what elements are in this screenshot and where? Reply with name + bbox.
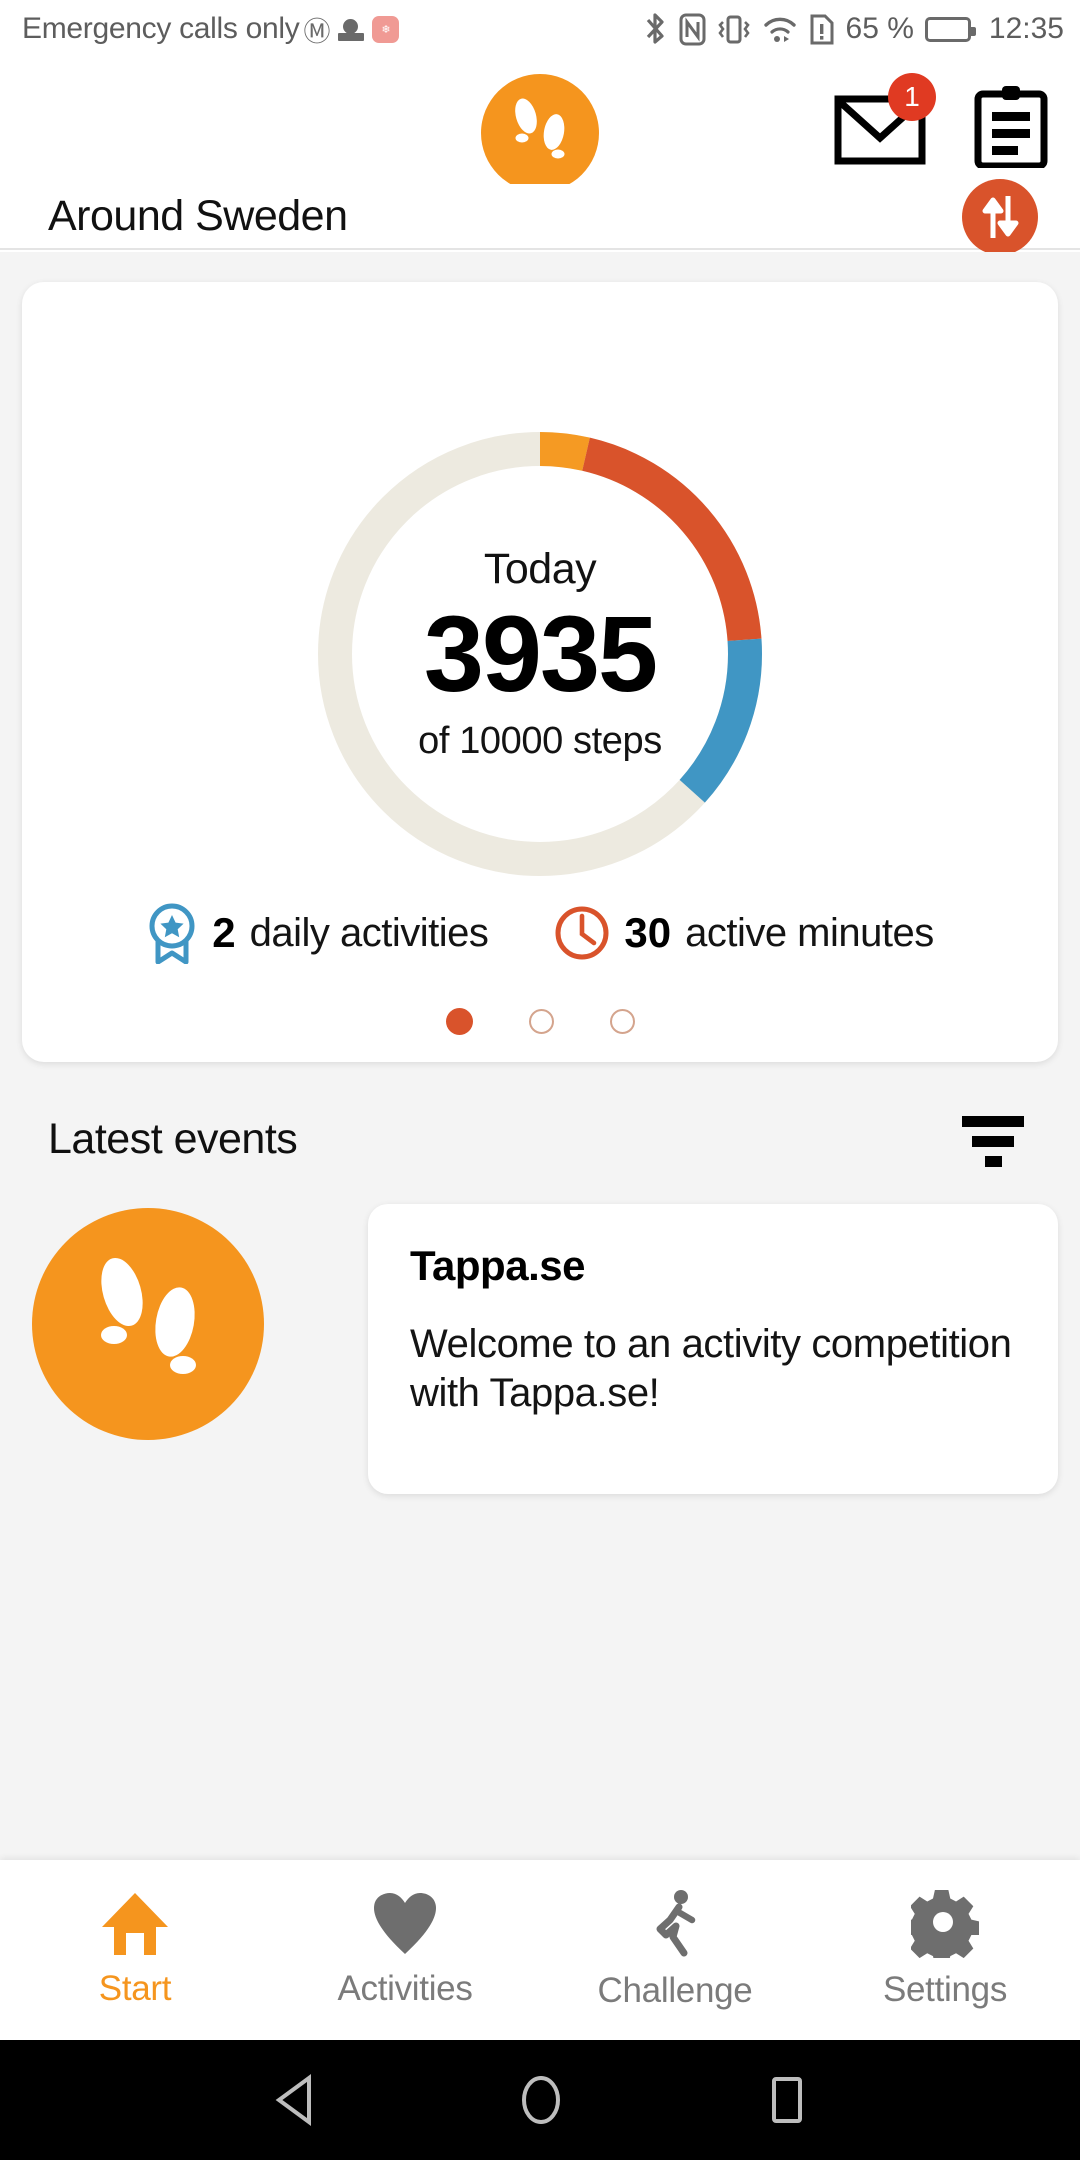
gmail-icon: Ⓜ [303,16,331,48]
battery-percent-label: 65 % [845,12,914,45]
cast-icon [338,17,365,41]
bluetooth-icon [646,13,664,44]
daily-stats-row: 2 daily activities 30 active minutes [22,902,1058,964]
donut-goal-label: of 10000 steps [418,720,662,763]
event-bubble[interactable]: Tappa.se Welcome to an activity competit… [368,1204,1058,1494]
status-bar: Emergency calls only Ⓜ ❄ 65 % 12:35 [0,0,1080,58]
stat-active-minutes[interactable]: 30 active minutes [554,905,934,961]
nav-item-activities[interactable]: Activities [270,1891,540,2009]
stat-active-minutes-label: active minutes [685,910,934,955]
heart-icon [374,1893,436,1954]
latest-events-title: Latest events [48,1114,298,1163]
app-header: 1 [0,58,1080,192]
runner-icon [656,1890,696,1957]
stat-daily-activities-label: daily activities [249,910,489,955]
nav-label-challenge: Challenge [597,1971,753,2010]
nav-item-start[interactable]: Start [0,1891,270,2009]
recents-square-icon[interactable] [765,2074,809,2126]
wifi-icon [763,17,796,42]
badge-star-icon [149,903,195,964]
messages-button[interactable]: 1 [834,72,936,165]
clock-icon [555,906,609,960]
page-title: Around Sweden [48,191,348,240]
avatar [32,1208,264,1440]
page-title-bar: Around Sweden [0,179,1080,255]
home-icon [102,1893,168,1955]
filter-icon[interactable] [962,1116,1024,1176]
home-circle-icon[interactable] [517,2074,565,2126]
clipboard-icon [974,86,1048,170]
gear-icon [911,1890,979,1958]
back-triangle-icon[interactable] [271,2074,317,2126]
sync-arrows-icon [982,196,1019,238]
status-left-icons: Ⓜ ❄ [303,10,400,49]
carrier-label: Emergency calls only [22,12,300,45]
vibrate-icon [717,15,750,43]
pagination-dot-3[interactable] [609,1009,635,1034]
stat-daily-activities-value: 2 [212,909,236,956]
steps-donut-chart[interactable]: Today 3935 of 10000 steps [260,374,820,934]
list-item[interactable]: Tappa.se Welcome to an activity competit… [0,1194,1080,1494]
scroll-body: Today 3935 of 10000 steps 2 daily activi… [0,252,1080,1860]
footprints-icon [101,1257,196,1374]
huawei-icon: ❄ [372,15,400,43]
summary-card[interactable]: Today 3935 of 10000 steps 2 daily activi… [22,282,1058,1062]
nav-label-activities: Activities [337,1969,473,2008]
nav-item-challenge[interactable]: Challenge [540,1889,810,2011]
event-text: Welcome to an activity competition with … [410,1322,1012,1415]
mail-badge: 1 [888,72,936,121]
battery-icon [924,16,976,42]
footprints-icon [515,98,565,159]
donut-steps-value: 3935 [423,592,658,714]
stat-active-minutes-value: 30 [624,909,672,956]
donut-today-label: Today [483,544,597,593]
header-actions: 1 [834,72,1048,173]
stat-daily-activities[interactable]: 2 daily activities [146,902,489,964]
carousel-pagination [22,1008,1058,1035]
sync-button[interactable] [962,179,1038,255]
bottom-navigation: Start Activities Challenge Settings [0,1860,1080,2040]
nfc-icon [679,13,706,45]
pagination-dot-1[interactable] [445,1008,473,1035]
phone-screen: Emergency calls only Ⓜ ❄ 65 % 12:35 1 Ar… [0,0,1080,2160]
clock-label: 12:35 [988,12,1064,45]
donut-center-labels: Today 3935 of 10000 steps [260,374,820,934]
nav-item-settings[interactable]: Settings [810,1890,1080,2010]
sim-alert-icon [810,14,834,44]
event-title: Tappa.se [410,1242,585,1289]
latest-events-header: Latest events [0,1084,1080,1194]
clipboard-button[interactable] [974,84,1048,173]
android-navigation-bar [0,2040,1080,2160]
tappa-footprints-logo[interactable] [481,74,599,192]
pagination-dot-2[interactable] [528,1009,554,1034]
status-right-icons: 65 % 12:35 [642,12,1064,46]
nav-label-settings: Settings [882,1970,1008,2009]
nav-label-start: Start [98,1969,172,2008]
